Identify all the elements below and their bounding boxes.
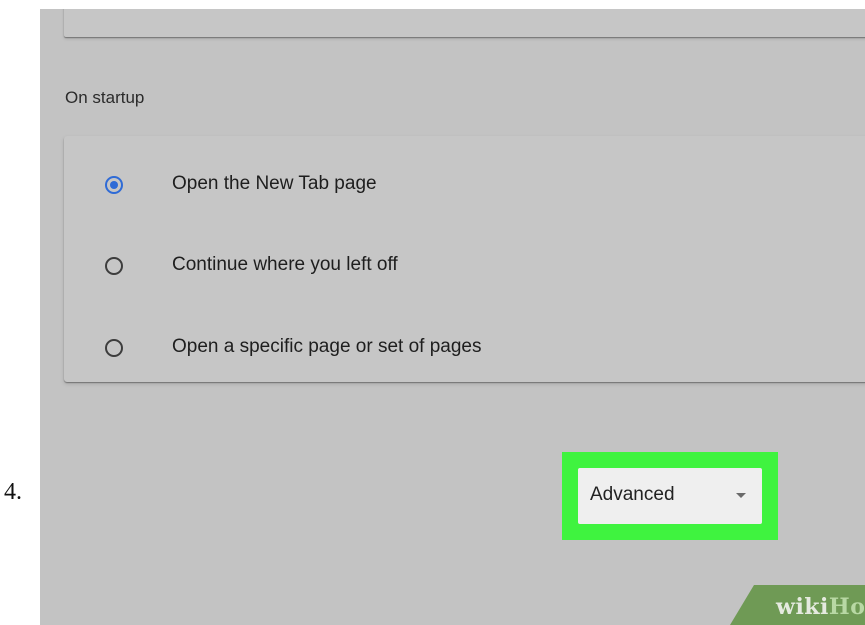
radio-unselected-icon[interactable] xyxy=(105,339,123,357)
radio-unselected-icon[interactable] xyxy=(105,257,123,275)
settings-screenshot: On startup Open the New Tab page Continu… xyxy=(40,9,865,625)
chevron-down-icon xyxy=(736,493,746,498)
on-startup-card: Open the New Tab page Continue where you… xyxy=(64,136,865,382)
radio-selected-icon[interactable] xyxy=(105,176,123,194)
advanced-button[interactable]: Advanced xyxy=(578,468,762,524)
previous-settings-card xyxy=(64,9,865,37)
step-number: 4. xyxy=(4,479,22,505)
wikihow-logo: wikiHow xyxy=(776,594,865,620)
startup-option-label: Continue where you left off xyxy=(172,254,398,275)
startup-option-specific-pages[interactable]: Open a specific page or set of pages xyxy=(64,319,865,379)
startup-option-label: Open a specific page or set of pages xyxy=(172,336,482,357)
on-startup-heading: On startup xyxy=(65,88,145,107)
wikihow-watermark: wikiHow xyxy=(724,585,865,625)
advanced-label: Advanced xyxy=(590,484,675,505)
startup-option-new-tab[interactable]: Open the New Tab page xyxy=(64,156,865,216)
startup-option-continue[interactable]: Continue where you left off xyxy=(64,237,865,297)
startup-option-label: Open the New Tab page xyxy=(172,173,377,194)
